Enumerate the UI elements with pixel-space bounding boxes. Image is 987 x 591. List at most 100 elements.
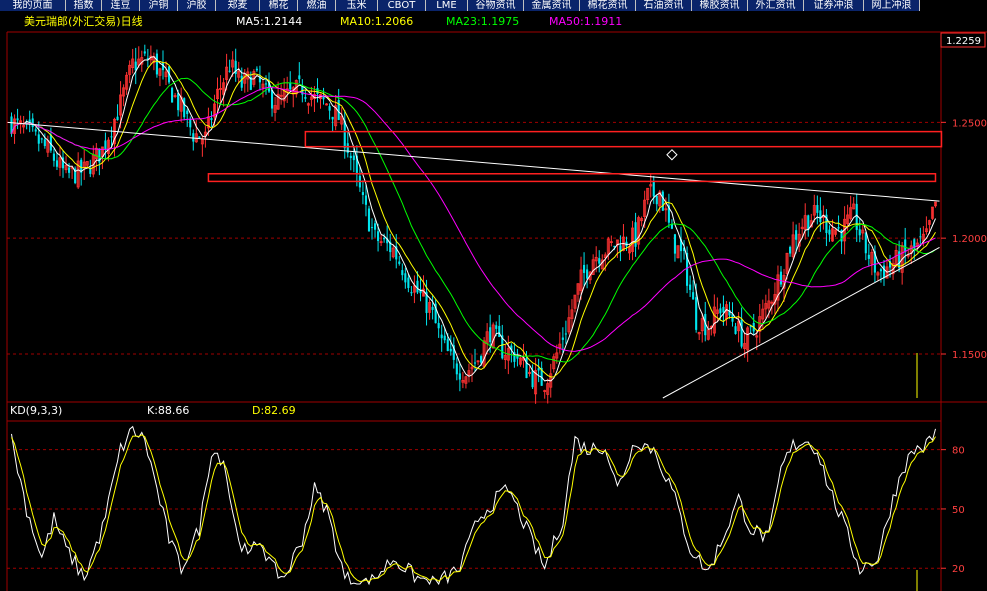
candle-body [171,87,174,103]
candle-body [564,333,567,335]
candle-body [298,75,301,80]
ma50-line [11,86,936,352]
candle-body [779,271,783,285]
candle-body [383,237,386,240]
candle-body [858,229,861,236]
tab-18[interactable]: 网上冲浪 [864,0,920,11]
candle-body [155,53,158,75]
candle-body [55,160,59,167]
tab-17[interactable]: 证券冲浪 [804,0,864,11]
ma23-label: MA23:1.1975 [446,15,519,28]
candle-body [192,133,195,142]
tab-2[interactable]: 连豆 [102,0,140,11]
resistance-trendline [7,121,940,202]
tab-4[interactable]: 沪胶 [178,0,216,11]
kd-d-label: D:82.69 [252,404,296,417]
candle-body [373,223,377,230]
ma10-line [11,60,936,378]
candle-body [143,51,146,54]
moving-average-lines [11,56,936,382]
tab-0[interactable]: 我的页面 [0,0,66,11]
candle-body [722,306,725,313]
candle-body [377,231,380,242]
candle-body [68,167,71,173]
candle-body [531,370,534,388]
candle-body [364,195,368,205]
kd-name-label: KD(9,3,3) [10,404,62,417]
candle-body [370,227,374,229]
candle-body [104,140,107,150]
candle-body [398,261,401,264]
candle-body [904,239,907,253]
candle-body [228,70,231,72]
candle-body [116,116,119,121]
candle-body [489,327,492,343]
tab-10[interactable]: LME [426,0,468,11]
candle-body [189,119,192,128]
candle-body [401,270,404,276]
tab-1[interactable]: 指数 [66,0,102,11]
price-tick-label: 1.2000 [952,234,987,245]
tab-11[interactable]: 谷物资讯 [468,0,524,11]
candle-body [407,277,410,288]
tab-3[interactable]: 沪铜 [140,0,178,11]
ma50-label: MA50:1.1911 [549,15,622,28]
kd-indicator [11,425,936,586]
tab-16[interactable]: 外汇资讯 [748,0,804,11]
tab-12[interactable]: 金属资讯 [524,0,580,11]
candle-body [304,97,307,99]
candle-body [673,234,677,254]
chart-annotations [7,121,943,591]
candle-body [458,373,461,380]
tab-5[interactable]: 郑麦 [216,0,260,11]
candle-body [446,339,449,351]
chart-canvas: 1.2500 1.2000 1.1500 80 50 20 美元瑞郎(外汇交易)日线 MA… [6,14,987,591]
tab-7[interactable]: 燃油 [298,0,336,11]
candle-body [495,325,498,329]
tab-9[interactable]: CBOT [378,0,426,11]
candle-body [689,284,692,290]
candle-body [455,363,458,375]
price-tick-label: 1.1500 [952,350,987,361]
candle-body [52,153,55,161]
candle-body [443,335,446,341]
candle-body [177,93,180,111]
candle-body [655,195,658,205]
tab-6[interactable]: 棉花 [260,0,298,11]
tab-8[interactable]: 玉米 [336,0,378,11]
tab-13[interactable]: 棉花资讯 [580,0,636,11]
candle-body [367,208,371,232]
candle-body [416,280,419,293]
candle-body [431,306,434,310]
candle-body [37,134,40,144]
candle-body [583,264,586,273]
candle-body [34,129,37,132]
candle-body [198,136,201,139]
candle-body [43,139,46,147]
highlight-box-top [207,173,937,183]
candle-body [255,68,258,71]
candle-body [480,356,483,363]
tab-14[interactable]: 石油资讯 [636,0,692,11]
candle-body [331,116,334,120]
kd-tick-label: 50 [952,505,965,516]
candle-body [498,326,501,337]
candle-body [670,224,673,229]
candle-body [40,138,43,140]
candle-body [186,110,189,115]
candle-body [789,246,792,254]
candle-body [316,88,319,95]
candle-body [598,258,601,264]
candle-body [586,269,589,279]
kd-tick-label: 20 [952,564,965,575]
kd-tick-label: 80 [952,446,965,457]
candle-body [561,337,564,340]
candle-body [882,265,886,278]
tab-15[interactable]: 橡胶资讯 [692,0,748,11]
candle-body [404,273,407,283]
highlight-box-mid [304,130,943,148]
candle-body [349,155,352,159]
candle-body [473,362,477,364]
candlestick-series [10,44,937,404]
candle-body [183,98,186,118]
